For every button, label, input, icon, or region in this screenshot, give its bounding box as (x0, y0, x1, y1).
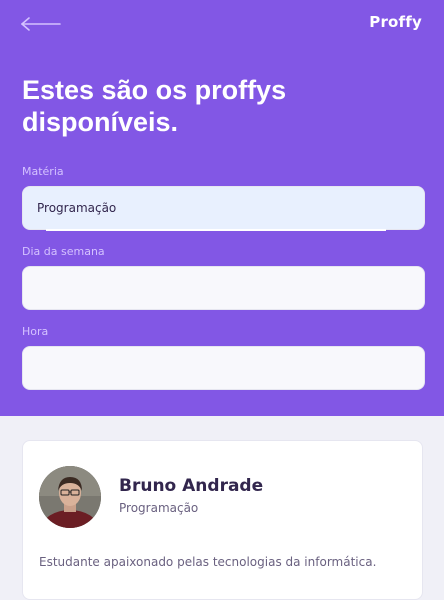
week-day-label: Dia da semana (22, 245, 105, 258)
subject-input[interactable] (22, 186, 425, 230)
subject-label: Matéria (22, 165, 64, 178)
page-title: Estes são os proffys disponíveis. (22, 75, 287, 137)
back-arrow-icon[interactable] (20, 14, 62, 34)
week-day-input[interactable] (22, 266, 425, 310)
proffy-logo: Proffy (369, 13, 422, 31)
teacher-name: Bruno Andrade (119, 476, 264, 496)
page-header: Proffy Estes são os proffys disponíveis.… (0, 0, 444, 416)
teacher-subject: Programação (119, 501, 199, 515)
teacher-bio: Estudante apaixonado pelas tecnologias d… (39, 555, 377, 569)
avatar (39, 466, 101, 528)
top-bar: Proffy (0, 0, 444, 48)
teacher-card: Bruno Andrade Programação Estudante apai… (22, 440, 423, 600)
time-input[interactable] (22, 346, 425, 390)
time-label: Hora (22, 325, 49, 338)
input-focus-line (46, 229, 386, 231)
